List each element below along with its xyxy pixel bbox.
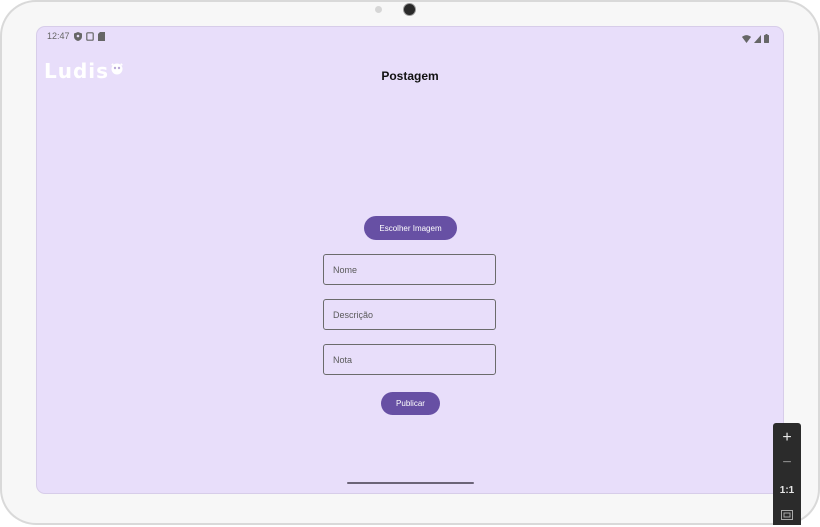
screen-icon: [85, 31, 94, 41]
shield-icon: [73, 31, 82, 41]
proximity-sensor: [375, 6, 382, 13]
actual-size-button[interactable]: 1:1: [773, 479, 801, 501]
app-screen: 12:47 Ludis Postagem Escolher Imagem Nom…: [37, 27, 783, 493]
fit-screen-icon: [781, 507, 793, 525]
fit-screen-button[interactable]: [773, 505, 801, 527]
name-input[interactable]: [324, 255, 495, 284]
battery-icon: [764, 30, 769, 48]
choose-image-button[interactable]: Escolher Imagem: [364, 216, 457, 240]
wifi-icon: [742, 30, 751, 48]
rating-input[interactable]: [324, 345, 495, 374]
emulator-zoom-controls: + − 1:1: [773, 423, 801, 525]
status-time: 12:47: [47, 31, 70, 41]
front-camera: [404, 4, 415, 15]
publish-button[interactable]: Publicar: [381, 392, 440, 415]
zoom-in-button[interactable]: +: [773, 427, 801, 449]
zoom-out-button[interactable]: −: [773, 452, 801, 474]
sd-card-icon: [97, 31, 105, 41]
status-bar: 12:47: [47, 29, 105, 43]
description-input[interactable]: [324, 300, 495, 329]
gesture-home-bar[interactable]: [347, 482, 474, 484]
rating-field[interactable]: [323, 344, 496, 375]
tablet-frame: 12:47 Ludis Postagem Escolher Imagem Nom…: [0, 0, 820, 525]
signal-icon: [754, 30, 761, 48]
status-icons-right: [742, 30, 769, 48]
name-field[interactable]: [323, 254, 496, 285]
description-field[interactable]: [323, 299, 496, 330]
page-title: Postagem: [381, 69, 439, 83]
